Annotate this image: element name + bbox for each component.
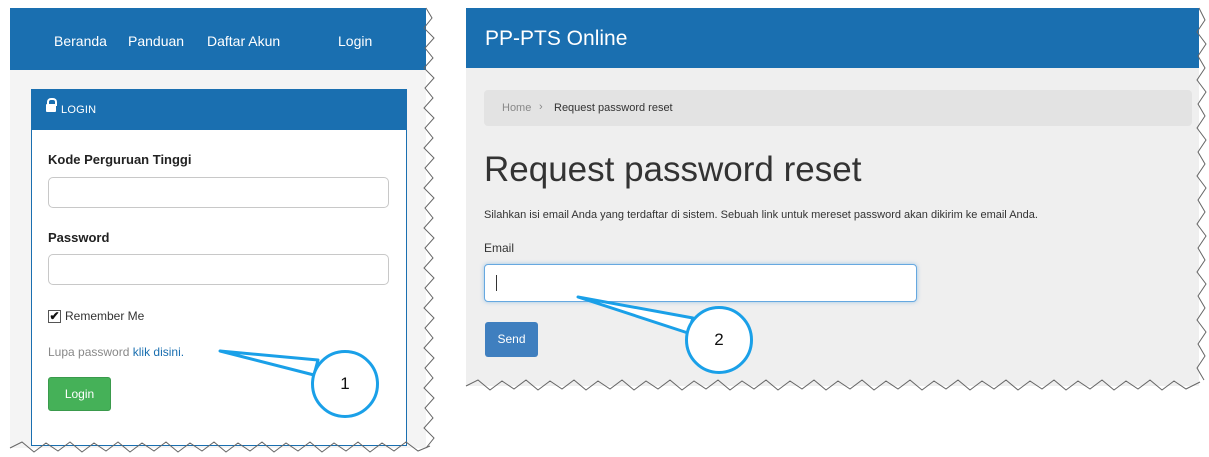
- callout-1-pointer: [218, 349, 320, 377]
- callout-2: 2: [685, 306, 753, 374]
- torn-edge-right-vertical: [1196, 7, 1207, 381]
- torn-edge-right-bottom: [465, 379, 1201, 391]
- annotation-overlay: [9, 7, 1207, 453]
- callout-2-pointer: [576, 295, 695, 335]
- callout-1: 1: [311, 350, 379, 418]
- torn-edge-left-vertical: [423, 7, 435, 449]
- torn-edge-left-bottom: [9, 441, 431, 453]
